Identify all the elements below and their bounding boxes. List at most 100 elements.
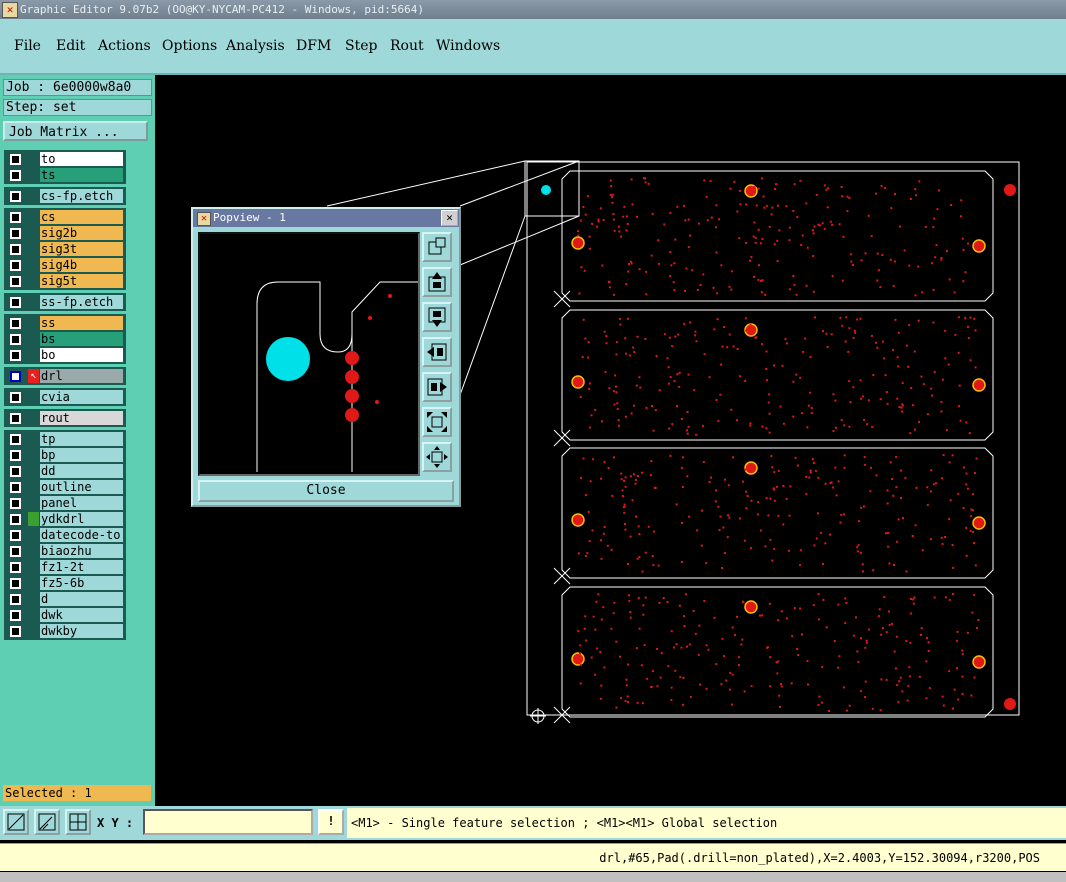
layer-row-biaozhu[interactable]: biaozhu	[4, 544, 123, 558]
pan-left-icon[interactable]	[422, 337, 452, 367]
drill-dot	[613, 403, 616, 406]
grid-icon[interactable]	[65, 809, 91, 835]
pan-up-icon[interactable]	[422, 267, 452, 297]
drill-dot	[663, 333, 666, 336]
drill-dot	[884, 532, 887, 535]
layer-checkbox[interactable]	[10, 371, 21, 382]
layer-checkbox[interactable]	[10, 466, 21, 477]
drill-dot	[638, 376, 641, 379]
layer-checkbox[interactable]	[10, 498, 21, 509]
drill-dot	[601, 420, 603, 423]
layer-checkbox[interactable]	[10, 212, 21, 223]
layer-checkbox[interactable]	[10, 244, 21, 255]
layer-checkbox[interactable]	[10, 578, 21, 589]
layer-row-dd[interactable]: dd	[4, 464, 123, 478]
layer-row-panel[interactable]: panel	[4, 496, 123, 510]
popview-window[interactable]: ✕ Popview - 1 ✕ Close	[191, 207, 461, 507]
job-matrix-button[interactable]: Job Matrix ...	[3, 121, 148, 141]
layer-row-ss-fp.etch[interactable]: ss-fp.etch	[4, 295, 123, 309]
app-icon[interactable]: ✕	[2, 2, 18, 18]
layer-checkbox[interactable]	[10, 610, 21, 621]
layer-checkbox[interactable]	[10, 626, 21, 637]
layer-row-ydkdrl[interactable]: ydkdrl	[4, 512, 123, 526]
drill-dot	[719, 393, 722, 396]
layer-row-cs-fp.etch[interactable]: cs-fp.etch	[4, 189, 123, 203]
close-icon[interactable]: ✕	[441, 210, 458, 226]
layer-checkbox[interactable]	[10, 514, 21, 525]
menu-options[interactable]: Options	[162, 38, 217, 54]
layer-row-datecode-to[interactable]: datecode-to	[4, 528, 123, 542]
menu-dfm[interactable]: DFM	[296, 38, 331, 54]
layer-row-d[interactable]: d	[4, 592, 123, 606]
drill-dot	[863, 463, 866, 466]
zoom-window-icon[interactable]	[422, 232, 452, 262]
menu-actions[interactable]: Actions	[98, 38, 151, 54]
layer-row-rout[interactable]: rout	[4, 411, 123, 425]
layer-checkbox[interactable]	[10, 413, 21, 424]
layer-row-fz1-2t[interactable]: fz1-2t	[4, 560, 123, 574]
layer-row-bs[interactable]: bs	[4, 332, 123, 346]
pan-down-icon[interactable]	[422, 302, 452, 332]
popview-close-button[interactable]: Close	[198, 480, 454, 502]
layer-row-dwkby[interactable]: dwkby	[4, 624, 123, 638]
menu-step[interactable]: Step	[345, 38, 377, 54]
layer-row-sig3t[interactable]: sig3t	[4, 242, 123, 256]
layer-row-to[interactable]: to	[4, 152, 123, 166]
alert-icon[interactable]: !	[318, 809, 344, 835]
menu-windows[interactable]: Windows	[436, 38, 500, 54]
drill-dot	[750, 256, 753, 259]
menu-analysis[interactable]: Analysis	[226, 38, 285, 54]
layer-checkbox[interactable]	[10, 297, 21, 308]
layer-checkbox[interactable]	[10, 482, 21, 493]
drill-dot	[945, 429, 948, 431]
pan-right-icon[interactable]	[422, 372, 452, 402]
layer-checkbox[interactable]	[10, 434, 21, 445]
layer-row-sig5t[interactable]: sig5t	[4, 274, 123, 288]
layer-row-cvia[interactable]: cvia	[4, 390, 123, 404]
layer-row-fz5-6b[interactable]: fz5-6b	[4, 576, 123, 590]
drill-dot	[688, 643, 691, 646]
layer-row-ss[interactable]: ss	[4, 316, 123, 330]
layer-checkbox[interactable]	[10, 450, 21, 461]
menu-edit[interactable]: Edit	[56, 38, 85, 54]
layer-checkbox[interactable]	[10, 392, 21, 403]
layer-checkbox[interactable]	[10, 318, 21, 329]
layer-checkbox[interactable]	[10, 228, 21, 239]
xy-label: X Y :	[97, 816, 134, 830]
xy-input[interactable]	[143, 809, 313, 835]
zoom-fit-icon[interactable]	[422, 407, 452, 437]
zoom-home-icon[interactable]	[422, 442, 452, 472]
layer-checkbox[interactable]	[10, 260, 21, 271]
layer-checkbox[interactable]	[10, 170, 21, 181]
layer-checkbox[interactable]	[10, 594, 21, 605]
layer-row-dwk[interactable]: dwk	[4, 608, 123, 622]
layer-row-ts[interactable]: ts	[4, 168, 123, 182]
layer-checkbox[interactable]	[10, 334, 21, 345]
layer-row-tp[interactable]: tp	[4, 432, 123, 446]
layer-row-sig2b[interactable]: sig2b	[4, 226, 123, 240]
layer-checkbox[interactable]	[10, 350, 21, 361]
layer-row-sig4b[interactable]: sig4b	[4, 258, 123, 272]
menu-rout[interactable]: Rout	[390, 38, 424, 54]
layer-checkbox[interactable]	[10, 191, 21, 202]
layer-row-bo[interactable]: bo	[4, 348, 123, 362]
layer-checkbox[interactable]	[10, 276, 21, 287]
layer-row-bp[interactable]: bp	[4, 448, 123, 462]
snap-icon[interactable]	[34, 809, 60, 835]
layer-checkbox[interactable]	[10, 530, 21, 541]
menu-file[interactable]: File	[14, 38, 41, 54]
drill-dot	[799, 607, 802, 610]
drill-dot	[703, 599, 706, 602]
popview-canvas[interactable]	[198, 232, 420, 476]
drill-dot	[642, 604, 645, 607]
layer-checkbox[interactable]	[10, 562, 21, 573]
popview-titlebar[interactable]: ✕ Popview - 1 ✕	[193, 209, 459, 227]
layer-checkbox[interactable]	[10, 546, 21, 557]
tooling-hole	[972, 239, 986, 253]
layer-row-drl[interactable]: ↖ drl	[4, 369, 123, 383]
drill-dot	[768, 431, 771, 434]
layer-row-outline[interactable]: outline	[4, 480, 123, 494]
layer-row-cs[interactable]: cs	[4, 210, 123, 224]
layer-checkbox[interactable]	[10, 154, 21, 165]
measure-icon[interactable]	[3, 809, 29, 835]
